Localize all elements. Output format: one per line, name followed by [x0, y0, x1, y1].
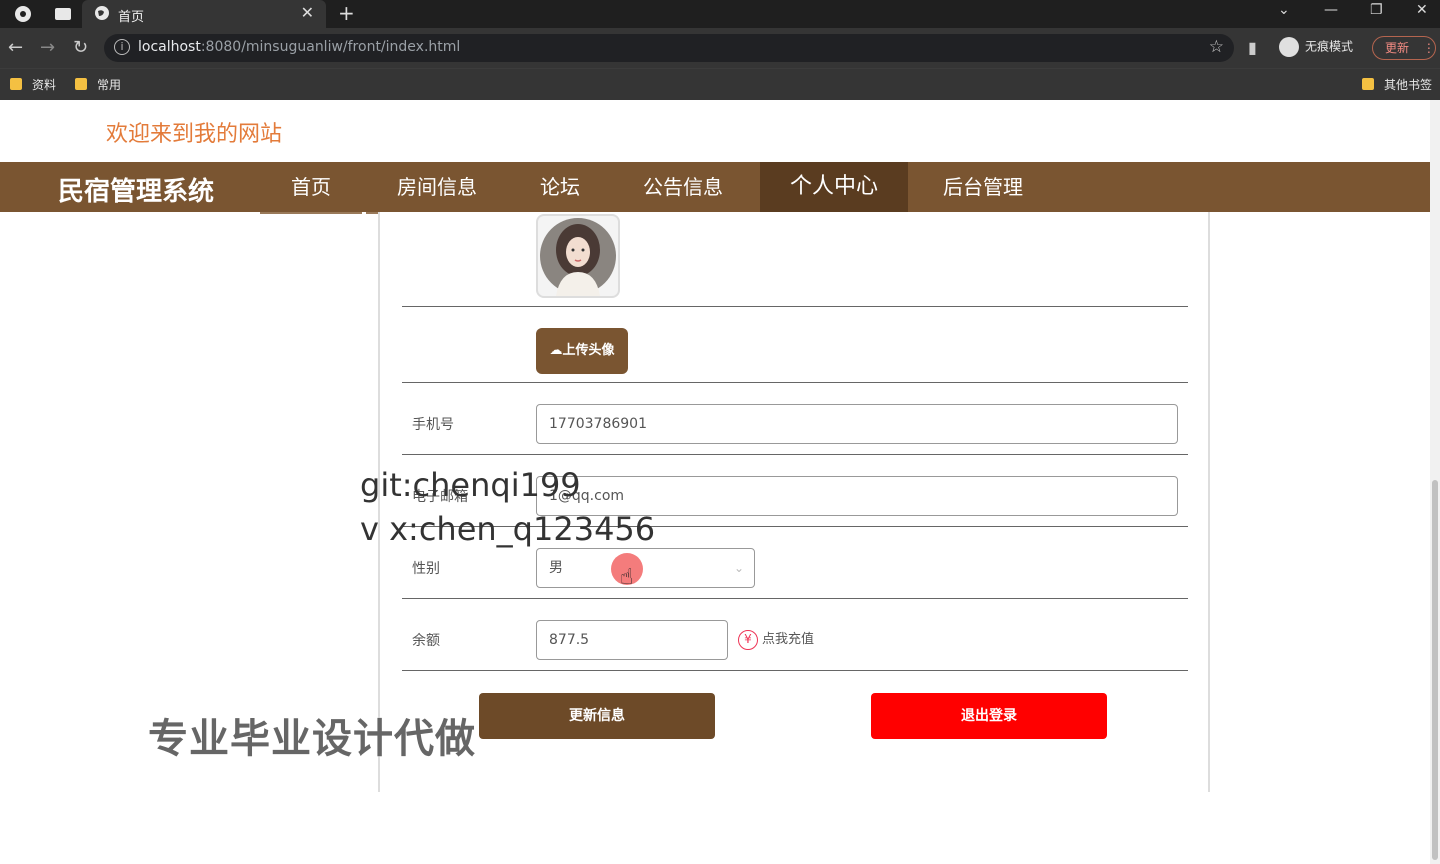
incognito-icon: [1279, 37, 1299, 57]
update-info-button[interactable]: 更新信息: [479, 693, 715, 739]
folder-icon: [10, 78, 22, 90]
avatar: [536, 214, 620, 298]
upload-avatar-button[interactable]: ☁上传头像: [536, 328, 628, 374]
folder-icon: [1362, 78, 1374, 90]
back-icon[interactable]: ←: [8, 37, 23, 58]
yen-icon: ¥: [738, 630, 758, 650]
folder-icon: [75, 78, 87, 90]
balance-field: 877.5: [536, 620, 728, 660]
update-button[interactable]: 更新 ⋮: [1372, 36, 1436, 60]
browser-menu-icon[interactable]: [14, 5, 32, 23]
scrollbar-thumb[interactable]: [1432, 480, 1438, 860]
site-info-icon[interactable]: i: [114, 39, 130, 55]
site-navbar: 民宿管理系统 首页 房间信息 论坛 公告信息 个人中心 后台管理: [0, 162, 1430, 214]
watermark-wx: v x:chen_q123456: [360, 510, 656, 548]
gender-select[interactable]: 男 ⌄: [536, 548, 755, 588]
cloud-upload-icon: ☁: [549, 343, 563, 358]
side-panel-icon[interactable]: ▮: [1248, 38, 1257, 57]
row-divider: [402, 598, 1188, 599]
tab-search-icon[interactable]: [54, 5, 72, 23]
new-tab-icon[interactable]: +: [338, 1, 355, 25]
hand-cursor-icon: ☝: [620, 565, 634, 590]
bookmarks-bar: 资料 常用 其他书签: [0, 68, 1440, 100]
nav-home[interactable]: 首页: [260, 162, 362, 214]
watermark-git: git:chenqi199: [360, 466, 581, 504]
balance-label: 余额: [412, 633, 440, 649]
browser-tab-bar: 首页 ✕ + ⌄ — ❐ ✕: [0, 0, 1440, 28]
page-scrollbar[interactable]: [1430, 100, 1440, 864]
incognito-indicator[interactable]: 无痕模式: [1279, 37, 1353, 57]
logout-button[interactable]: 退出登录: [871, 693, 1107, 739]
nav-forum[interactable]: 论坛: [512, 162, 608, 214]
more-menu-icon[interactable]: ⋮: [1423, 41, 1435, 55]
bookmark-folder-ziliao[interactable]: 资料: [10, 76, 56, 93]
phone-field[interactable]: 17703786901: [536, 404, 1178, 444]
bookmark-folder-other[interactable]: 其他书签: [1362, 76, 1432, 93]
bookmark-star-icon[interactable]: ☆: [1209, 37, 1224, 57]
gender-label: 性别: [412, 561, 440, 577]
restore-icon[interactable]: ❐: [1370, 2, 1383, 18]
chevron-down-icon: ⌄: [733, 561, 744, 575]
phone-label: 手机号: [412, 417, 454, 433]
close-tab-icon[interactable]: ✕: [301, 3, 314, 22]
globe-icon: [94, 5, 112, 23]
row-divider: [402, 670, 1188, 671]
url-text: localhost:8080/minsuguanliw/front/index.…: [138, 39, 461, 55]
tab-title: 首页: [118, 10, 145, 25]
row-divider: [402, 382, 1188, 383]
nav-rooms[interactable]: 房间信息: [366, 162, 508, 214]
recharge-link[interactable]: ¥ 点我充值: [738, 628, 814, 650]
forward-icon[interactable]: →: [40, 37, 55, 58]
row-divider: [402, 306, 1188, 307]
address-bar-row: ← → ↻ i localhost:8080/minsuguanliw/fron…: [0, 28, 1440, 68]
welcome-text: 欢迎来到我的网站: [106, 122, 283, 147]
watermark-ad: 专业毕业设计代做: [148, 716, 476, 762]
minimize-icon[interactable]: —: [1324, 2, 1338, 18]
tab-list-chevron-icon[interactable]: ⌄: [1278, 2, 1290, 18]
url-input[interactable]: i localhost:8080/minsuguanliw/front/inde…: [104, 34, 1234, 62]
row-divider: [402, 454, 1188, 455]
nav-admin[interactable]: 后台管理: [912, 162, 1054, 214]
browser-tab-home[interactable]: 首页 ✕: [82, 0, 326, 28]
window-close-icon[interactable]: ✕: [1416, 2, 1428, 18]
nav-profile[interactable]: 个人中心: [760, 162, 908, 214]
reload-icon[interactable]: ↻: [73, 37, 88, 58]
bookmark-folder-changyong[interactable]: 常用: [75, 76, 121, 93]
nav-notices[interactable]: 公告信息: [612, 162, 754, 214]
site-brand: 民宿管理系统: [58, 177, 215, 207]
